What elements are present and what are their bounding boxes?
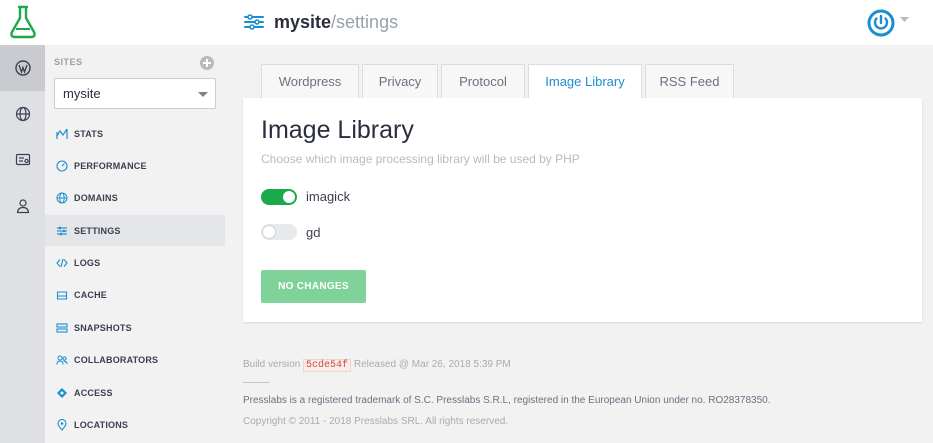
sidebar-item-label: ACCESS xyxy=(74,387,113,398)
imagick-label: imagick xyxy=(306,189,351,204)
sidebar-item-cache[interactable]: CACHE xyxy=(45,279,225,310)
globe-icon xyxy=(15,106,30,122)
map-pin-icon xyxy=(57,418,67,431)
sidebar-item-label: STATS xyxy=(74,128,104,139)
chevron-down-icon xyxy=(198,92,208,97)
gd-label: gd xyxy=(306,225,321,240)
rail-account[interactable] xyxy=(0,183,45,229)
sliders-icon xyxy=(57,226,67,235)
cache-icon xyxy=(56,290,68,300)
account-power-icon[interactable] xyxy=(867,9,895,37)
toggle-knob xyxy=(283,191,295,203)
imagick-toggle[interactable] xyxy=(261,189,297,205)
add-site-icon[interactable] xyxy=(200,56,214,70)
sidebar-item-settings[interactable]: SETTINGS xyxy=(45,215,225,246)
page-title: mysite/settings xyxy=(274,11,398,33)
sidebar-item-label: PERFORMANCE xyxy=(74,160,147,171)
sidebar: SITES mysite STATS PERFORMANCE DOMAINS S… xyxy=(45,45,225,443)
sidebar-item-label: LOCATIONS xyxy=(74,419,129,430)
sidebar-item-logs[interactable]: LOGS xyxy=(45,247,225,278)
panel-description: Choose which image processing library wi… xyxy=(261,152,580,166)
build-hash: 5cde54f xyxy=(303,359,352,372)
trademark-text: Presslabs is a registered trademark of S… xyxy=(243,395,771,406)
gd-toggle[interactable] xyxy=(261,224,297,240)
toggle-knob xyxy=(263,226,275,238)
sidebar-item-label: CACHE xyxy=(74,289,108,300)
copyright-text: Copyright © 2011 - 2018 Presslabs SRL. A… xyxy=(243,416,509,427)
sidebar-item-label: SETTINGS xyxy=(74,225,121,236)
app-rail xyxy=(0,45,45,443)
panel-title: Image Library xyxy=(261,116,414,144)
invoice-icon xyxy=(15,153,30,166)
gauge-icon xyxy=(56,159,68,172)
tab-privacy[interactable]: Privacy xyxy=(362,64,438,99)
build-released: Released @ Mar 26, 2018 5:39 PM xyxy=(353,359,511,370)
rail-billing[interactable] xyxy=(0,137,45,183)
page-title-site: mysite xyxy=(274,12,332,32)
sidebar-item-access[interactable]: ACCESS xyxy=(45,377,225,408)
sidebar-item-label: SNAPSHOTS xyxy=(74,322,132,333)
user-icon xyxy=(16,199,29,214)
tab-wordpress[interactable]: Wordpress xyxy=(261,64,359,99)
sidebar-item-performance[interactable]: PERFORMANCE xyxy=(45,150,225,181)
chevron-down-icon[interactable] xyxy=(900,17,909,23)
no-changes-button[interactable]: NO CHANGES xyxy=(261,270,366,303)
sidebar-item-collaborators[interactable]: COLLABORATORS xyxy=(45,344,225,375)
page-title-path: /settings xyxy=(331,12,399,32)
sidebar-item-locations[interactable]: LOCATIONS xyxy=(45,409,225,440)
sidebar-item-domains[interactable]: DOMAINS xyxy=(45,182,225,213)
stats-icon xyxy=(56,128,68,139)
footer-divider xyxy=(243,382,270,383)
rail-domains[interactable] xyxy=(0,91,45,137)
globe-icon xyxy=(56,192,68,203)
wordpress-icon xyxy=(14,60,31,76)
sidebar-item-label: COLLABORATORS xyxy=(74,354,159,365)
sidebar-item-stats[interactable]: STATS xyxy=(45,118,225,149)
tab-image-library[interactable]: Image Library xyxy=(528,64,642,100)
code-icon xyxy=(56,258,68,267)
snapshots-icon xyxy=(56,322,68,333)
site-select-value: mysite xyxy=(63,86,101,101)
rail-wordpress[interactable] xyxy=(0,45,45,91)
build-info: Build version 5cde54f Released @ Mar 26,… xyxy=(243,359,511,372)
site-select[interactable]: mysite xyxy=(54,78,216,109)
flask-logo-icon[interactable] xyxy=(9,4,37,40)
sidebar-item-label: LOGS xyxy=(74,257,101,268)
key-icon xyxy=(57,387,67,398)
collaborators-icon xyxy=(56,355,68,365)
tab-protocol[interactable]: Protocol xyxy=(441,64,525,99)
sidebar-item-snapshots[interactable]: SNAPSHOTS xyxy=(45,312,225,343)
image-library-panel: Image Library Choose which image process… xyxy=(243,98,922,322)
build-prefix: Build version xyxy=(243,359,301,370)
sites-label: SITES xyxy=(54,57,83,67)
tab-rss-feed[interactable]: RSS Feed xyxy=(645,64,734,99)
sliders-icon xyxy=(244,14,264,30)
sidebar-item-label: DOMAINS xyxy=(74,192,118,203)
top-bar: mysite/settings xyxy=(0,0,933,45)
